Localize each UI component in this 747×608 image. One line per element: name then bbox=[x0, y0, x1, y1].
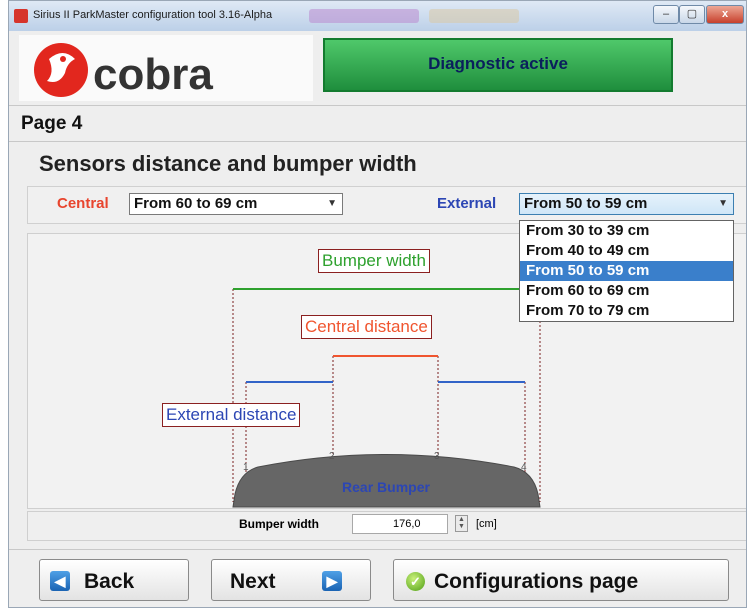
diagnostic-status-banner: Diagnostic active bbox=[323, 38, 673, 92]
dropdown-option-selected[interactable]: From 50 to 59 cm bbox=[520, 261, 733, 281]
next-button-label: Next bbox=[230, 570, 276, 593]
dropdown-option[interactable]: From 40 to 49 cm bbox=[520, 241, 733, 261]
section-title: Sensors distance and bumper width bbox=[39, 151, 417, 176]
window-title: Sirius II ParkMaster configuration tool … bbox=[33, 9, 273, 21]
central-distance-tag: Central distance bbox=[301, 315, 432, 339]
external-distance-combobox[interactable]: From 50 to 59 cm ▼ bbox=[519, 193, 734, 215]
app-icon bbox=[14, 9, 28, 23]
page-label: Page 4 bbox=[21, 113, 83, 134]
blurred-region bbox=[309, 9, 419, 23]
rear-bumper-label: Rear Bumper bbox=[342, 479, 430, 495]
external-distance-value: From 50 to 59 cm bbox=[524, 195, 648, 212]
central-distance-value: From 60 to 69 cm bbox=[134, 195, 258, 212]
bumper-width-spinner[interactable]: ▲ ▼ bbox=[455, 515, 468, 532]
title-bar[interactable]: Sirius II ParkMaster configuration tool … bbox=[9, 1, 746, 31]
sensor-2-marker: 2 bbox=[329, 451, 335, 462]
configurations-page-button[interactable]: ✓ Configurations page bbox=[393, 559, 729, 601]
chevron-down-icon: ▼ bbox=[718, 198, 728, 209]
app-window: Sirius II ParkMaster configuration tool … bbox=[8, 0, 747, 608]
chevron-down-icon: ▼ bbox=[327, 198, 337, 209]
dropdown-option[interactable]: From 70 to 79 cm bbox=[520, 301, 733, 321]
central-distance-combobox[interactable]: From 60 to 69 cm ▼ bbox=[129, 193, 343, 215]
back-button-label: Back bbox=[84, 570, 135, 593]
diagnostic-status-text: Diagnostic active bbox=[428, 54, 568, 73]
dropdown-option[interactable]: From 30 to 39 cm bbox=[520, 221, 733, 241]
divider bbox=[9, 549, 746, 550]
check-icon: ✓ bbox=[406, 572, 425, 591]
external-distance-tag: External distance bbox=[162, 403, 301, 427]
bumper-width-field-label: Bumper width bbox=[239, 517, 319, 531]
bumper-width-unit: [cm] bbox=[476, 518, 497, 530]
blurred-region bbox=[429, 9, 519, 23]
sensor-3-marker: 3 bbox=[434, 451, 440, 462]
bumper-width-input[interactable]: 176,0 bbox=[352, 514, 448, 534]
configurations-page-button-label: Configurations page bbox=[434, 570, 639, 593]
logo-wordmark: cobra bbox=[93, 50, 213, 99]
external-label: External bbox=[437, 195, 497, 212]
sensor-1-marker: 1 bbox=[243, 462, 249, 473]
minimize-button[interactable]: – bbox=[653, 5, 679, 24]
next-button[interactable]: Next ▶ bbox=[211, 559, 371, 601]
bumper-width-tag: Bumper width bbox=[318, 249, 430, 273]
external-distance-dropdown: From 30 to 39 cm From 40 to 49 cm From 5… bbox=[519, 220, 734, 322]
arrow-right-icon: ▶ bbox=[322, 571, 342, 591]
divider bbox=[9, 105, 746, 106]
sensor-4-marker: 4 bbox=[521, 462, 527, 473]
maximize-button[interactable]: ▢ bbox=[679, 5, 705, 24]
divider bbox=[9, 141, 746, 142]
central-label: Central bbox=[57, 195, 109, 212]
back-button[interactable]: ◀ Back bbox=[39, 559, 189, 601]
close-button[interactable]: x bbox=[706, 5, 744, 24]
cobra-logo: cobra bbox=[19, 35, 313, 101]
dropdown-option[interactable]: From 60 to 69 cm bbox=[520, 281, 733, 301]
arrow-left-icon: ◀ bbox=[50, 571, 70, 591]
